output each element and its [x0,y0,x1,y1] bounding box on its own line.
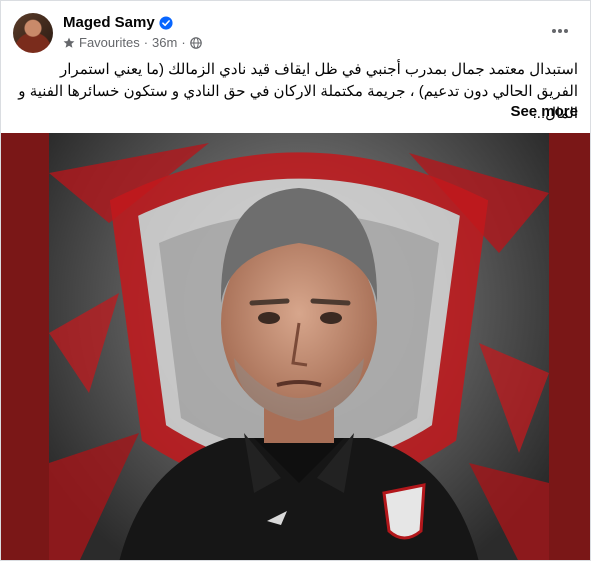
author-avatar[interactable] [13,13,53,53]
more-options-icon[interactable] [546,21,574,41]
post-time[interactable]: 36m [152,35,177,50]
facebook-post-card: Maged Samy Favourites · 36m · استبدال مع… [0,0,591,561]
globe-icon[interactable] [189,36,202,49]
audience-label[interactable]: Favourites [79,35,140,50]
author-name[interactable]: Maged Samy [63,14,155,31]
meta-separator: · [143,35,149,50]
post-meta: Favourites · 36m · [63,35,202,50]
photo-image [49,133,549,560]
post-text: استبدال معتمد جمال بمدرب أجنبي في ظل ايق… [18,61,578,122]
coach-portrait-illustration [49,143,549,560]
meta-separator-2: · [181,35,186,50]
see-more-link[interactable]: See more [510,103,578,120]
star-icon [63,37,75,48]
author-name-row: Maged Samy [63,14,173,31]
post-header: Maged Samy Favourites · 36m · [13,11,578,57]
verified-badge-icon [159,15,173,30]
post-photo[interactable] [1,133,590,560]
